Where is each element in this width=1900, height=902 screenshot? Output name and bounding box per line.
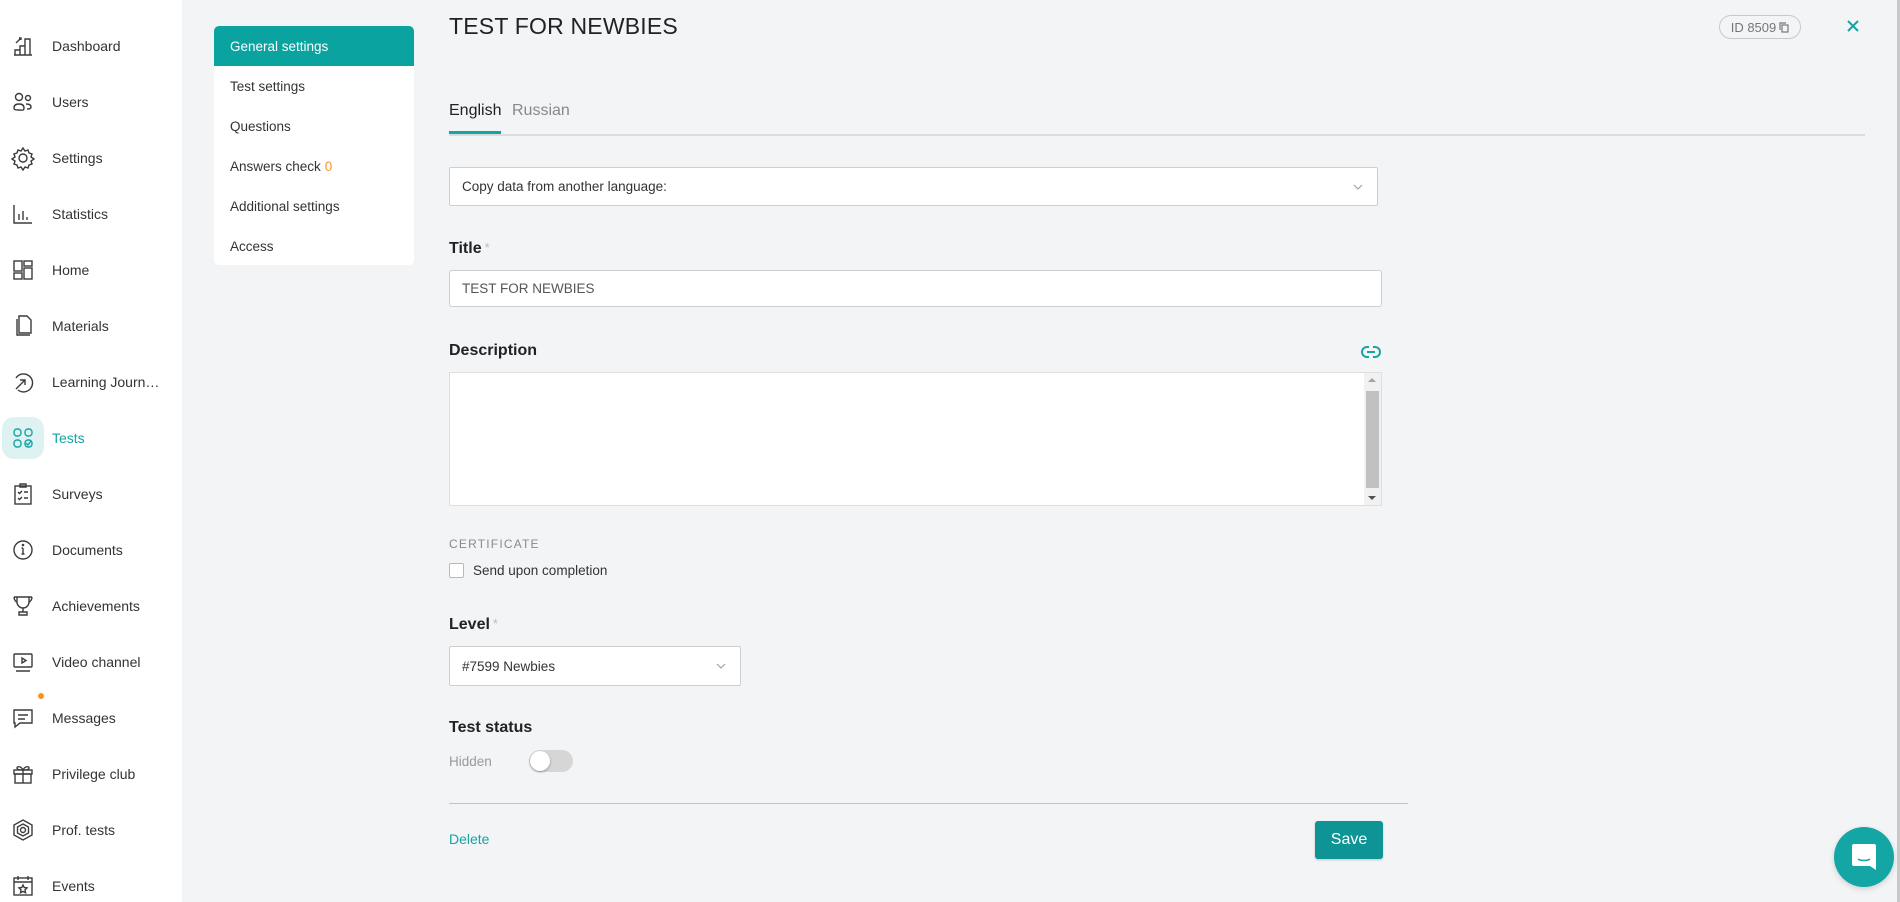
sidebar-item-documents[interactable]: Documents <box>0 528 182 572</box>
level-label: Level * <box>449 616 498 634</box>
clipboard-checklist-icon <box>2 473 44 515</box>
info-circle-icon <box>2 529 44 571</box>
monitor-play-icon <box>2 641 44 683</box>
delete-link[interactable]: Delete <box>449 831 489 847</box>
subnav-questions[interactable]: Questions <box>214 106 414 146</box>
sidebar-item-messages[interactable]: Messages <box>0 693 182 740</box>
sidebar-item-privilege-club[interactable]: Privilege club <box>0 752 182 796</box>
sidebar-item-achievements[interactable]: Achievements <box>0 584 182 628</box>
copy-language-select[interactable]: Copy data from another language: <box>449 167 1378 206</box>
bar-chart-icon <box>2 193 44 235</box>
sidebar: Dashboard Users Settings Statistics Home… <box>0 0 182 902</box>
required-mark: * <box>492 616 498 631</box>
sidebar-item-learning-journey[interactable]: Learning Journ… <box>0 360 182 404</box>
page-title: TEST FOR NEWBIES <box>449 13 678 39</box>
subnav-answers-check[interactable]: Answers check 0 <box>214 146 414 186</box>
sidebar-item-home[interactable]: Home <box>0 248 182 292</box>
tab-english[interactable]: English <box>449 102 502 134</box>
title-label-text: Title <box>449 240 482 257</box>
description-textarea[interactable] <box>450 373 1365 505</box>
sidebar-item-settings[interactable]: Settings <box>0 136 182 180</box>
chevron-down-icon <box>716 663 726 669</box>
description-label: Description <box>449 342 538 359</box>
sidebar-item-tests[interactable]: Tests <box>0 416 182 460</box>
send-upon-completion-checkbox[interactable] <box>449 563 464 578</box>
test-status-row: Hidden <box>449 750 573 772</box>
subnav-access[interactable]: Access <box>214 226 414 265</box>
description-scrollbar[interactable] <box>1364 373 1381 505</box>
scroll-down-arrow-icon[interactable] <box>1368 496 1376 500</box>
id-badge[interactable]: ID 8509 <box>1719 15 1801 39</box>
subnav-general-settings[interactable]: General settings <box>214 26 414 66</box>
subnav-label: Additional settings <box>230 198 340 214</box>
sidebar-item-surveys[interactable]: Surveys <box>0 472 182 516</box>
hexagon-icon <box>2 809 44 851</box>
notification-dot <box>38 693 44 699</box>
title-input[interactable] <box>449 270 1382 307</box>
sidebar-item-video-channel[interactable]: Video channel <box>0 640 182 684</box>
document-copy-icon <box>2 305 44 347</box>
subnav-label: Test settings <box>230 78 306 94</box>
send-upon-completion-option[interactable]: Send upon completion <box>449 563 607 578</box>
layout-icon <box>2 249 44 291</box>
sidebar-item-events[interactable]: Events <box>0 864 182 902</box>
scroll-up-arrow-icon[interactable] <box>1368 378 1376 382</box>
gift-icon <box>2 753 44 795</box>
footer-divider <box>449 803 1408 804</box>
chat-icon <box>2 693 44 739</box>
scrollbar-thumb[interactable] <box>1366 391 1379 488</box>
subnav-additional-settings[interactable]: Additional settings <box>214 186 414 226</box>
description-editor <box>449 372 1382 506</box>
copy-icon <box>1779 21 1789 33</box>
tests-grid-icon <box>2 417 44 459</box>
sidebar-item-statistics[interactable]: Statistics <box>0 192 182 236</box>
dashboard-icon <box>2 25 44 67</box>
save-button[interactable]: Save <box>1315 821 1383 859</box>
level-select[interactable]: #7599 Newbies <box>449 646 741 686</box>
send-upon-completion-label: Send upon completion <box>473 563 608 578</box>
link-icon[interactable] <box>1360 343 1382 361</box>
subnav-label: Answers check <box>230 158 321 174</box>
tab-russian[interactable]: Russian <box>512 102 570 131</box>
language-tabs: English Russian <box>449 100 1865 136</box>
sidebar-item-users[interactable]: Users <box>0 80 182 124</box>
subnav-label: Questions <box>230 118 291 134</box>
users-icon <box>2 81 44 123</box>
trophy-icon <box>2 585 44 627</box>
chat-bubble-icon <box>1852 844 1876 870</box>
close-button[interactable] <box>1843 16 1863 36</box>
close-icon <box>1847 20 1859 32</box>
gear-icon <box>2 137 44 179</box>
certificate-caption: CERTIFICATE <box>449 537 540 551</box>
sidebar-item-dashboard[interactable]: Dashboard <box>0 24 182 68</box>
id-label: ID 8509 <box>1730 19 1777 35</box>
calendar-star-icon <box>2 865 44 902</box>
chat-widget-button[interactable] <box>1834 827 1894 887</box>
required-mark: * <box>484 240 490 255</box>
sidebar-item-prof-tests[interactable]: Prof. tests <box>0 808 182 852</box>
sidebar-item-materials[interactable]: Materials <box>0 304 182 348</box>
settings-subnav: General settings Test settings Questions… <box>214 26 414 265</box>
subnav-label: Access <box>230 238 274 254</box>
arrow-circle-icon <box>2 361 44 403</box>
subnav-test-settings[interactable]: Test settings <box>214 66 414 106</box>
title-label: Title * <box>449 240 490 258</box>
copy-language-select-value: Copy data from another language: <box>462 179 667 194</box>
test-status-label: Test status <box>449 719 533 736</box>
toggle-knob <box>530 751 550 771</box>
level-select-value: #7599 Newbies <box>462 658 556 674</box>
level-label-text: Level <box>449 616 490 633</box>
test-status-toggle[interactable] <box>529 750 573 772</box>
subnav-label: General settings <box>230 38 329 54</box>
chevron-down-icon <box>1353 184 1363 190</box>
answers-check-count: 0 <box>324 158 333 174</box>
status-value: Hidden <box>449 753 492 769</box>
